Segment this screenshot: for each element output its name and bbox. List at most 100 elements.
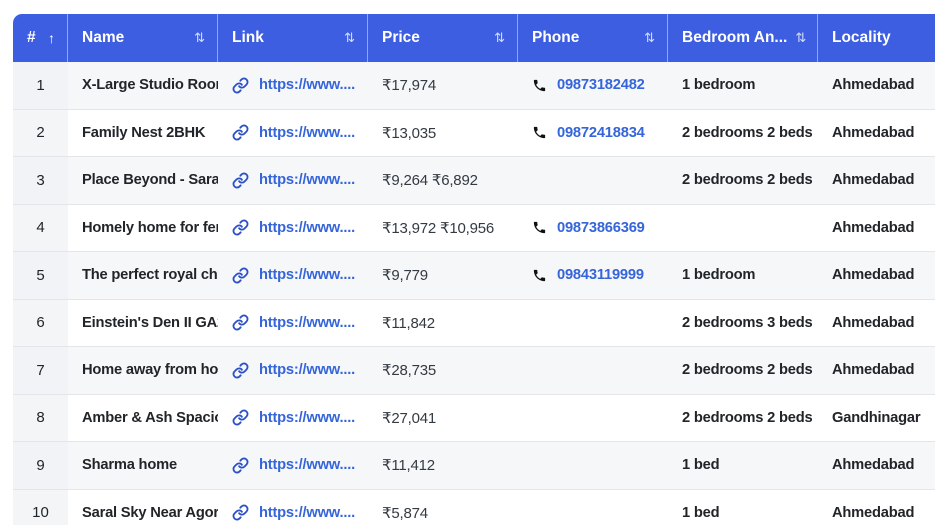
- cell-bedroom: 1 bed: [682, 457, 720, 474]
- link-icon[interactable]: [232, 267, 249, 284]
- cell-index: 5: [13, 252, 68, 299]
- cell-locality: Ahmedabad: [832, 457, 915, 474]
- cell-link: https://www....: [218, 490, 368, 525]
- link-icon[interactable]: [232, 314, 249, 331]
- table-row: 7 Home away from hom https://www.... ₹28,73…: [13, 347, 935, 395]
- cell-name: Homely home for fem: [82, 219, 218, 236]
- listing-link[interactable]: https://www....: [259, 410, 355, 426]
- column-label: Price: [382, 29, 420, 46]
- sort-icon[interactable]: ⇅: [644, 30, 655, 46]
- cell-link: https://www....: [218, 442, 368, 489]
- cell-bedroom: 1 bedroom: [682, 77, 756, 94]
- cell-phone: 09843119999: [518, 252, 668, 299]
- cell-link: https://www....: [218, 347, 368, 394]
- column-label: Bedroom An...: [682, 29, 788, 46]
- cell-locality: Ahmedabad: [832, 314, 915, 331]
- cell-bedroom: 2 bedrooms 3 beds: [682, 314, 813, 331]
- cell-locality: Gandhinagar: [832, 409, 921, 426]
- cell-name: Place Beyond - Sarasv: [82, 172, 218, 189]
- cell-bedroom: 2 bedrooms 2 beds: [682, 409, 813, 426]
- cell-phone: [518, 300, 668, 347]
- cell-phone: [518, 157, 668, 204]
- sort-icon[interactable]: ⇅: [344, 30, 355, 46]
- cell-index: 8: [13, 394, 68, 441]
- listing-link[interactable]: https://www....: [259, 315, 355, 331]
- column-header-locality[interactable]: Locality: [818, 14, 935, 62]
- link-icon[interactable]: [232, 457, 249, 474]
- cell-link: https://www....: [218, 300, 368, 347]
- cell-index: 6: [13, 299, 68, 346]
- phone-number-link[interactable]: 09843119999: [557, 267, 644, 283]
- cell-price: ₹28,735: [382, 362, 437, 380]
- listing-link[interactable]: https://www....: [259, 267, 355, 283]
- cell-name: Sharma home: [82, 457, 177, 474]
- cell-link: https://www....: [218, 62, 368, 109]
- link-icon[interactable]: [232, 362, 249, 379]
- column-header-link[interactable]: Link ⇅: [218, 14, 368, 62]
- column-label: #: [27, 29, 36, 46]
- cell-price: ₹17,974: [382, 77, 437, 95]
- phone-icon: [532, 78, 547, 93]
- table-row: 4 Homely home for fem https://www.... ₹13,9…: [13, 204, 935, 252]
- listing-link[interactable]: https://www....: [259, 125, 355, 141]
- cell-name: X-Large Studio Room: [82, 77, 218, 94]
- phone-number-link[interactable]: 09873182482: [557, 77, 645, 93]
- table-row: 9 Sharma home https://www.... ₹11,412 1 bed A…: [13, 442, 935, 490]
- cell-link: https://www....: [218, 252, 368, 299]
- column-header-phone[interactable]: Phone ⇅: [518, 14, 668, 62]
- phone-number-link[interactable]: 09872418834: [557, 125, 645, 141]
- column-header-index[interactable]: # ↑: [13, 14, 68, 62]
- listing-link[interactable]: https://www....: [259, 77, 355, 93]
- cell-bedroom: 2 bedrooms 2 beds: [682, 362, 813, 379]
- cell-locality: Ahmedabad: [832, 172, 915, 189]
- sort-icon[interactable]: ⇅: [795, 30, 806, 46]
- cell-index: 9: [13, 442, 68, 489]
- table-row: 1 X-Large Studio Room https://www.... ₹17,9…: [13, 62, 935, 110]
- column-label: Name: [82, 29, 125, 46]
- cell-locality: Ahmedabad: [832, 77, 915, 94]
- cell-link: https://www....: [218, 395, 368, 442]
- phone-icon: [532, 220, 547, 235]
- cell-name: Amber & Ash Spaciou: [82, 409, 218, 426]
- column-header-name[interactable]: Name ⇅: [68, 14, 218, 62]
- cell-index: 7: [13, 347, 68, 394]
- cell-index: 4: [13, 204, 68, 251]
- cell-link: https://www....: [218, 157, 368, 204]
- listing-link[interactable]: https://www....: [259, 220, 355, 236]
- cell-locality: Ahmedabad: [832, 124, 915, 141]
- table-row: 5 The perfect royal char https://www.... ₹9…: [13, 252, 935, 300]
- listing-link[interactable]: https://www....: [259, 457, 355, 473]
- cell-price: ₹9,264 ₹6,892: [382, 172, 478, 190]
- table-row: 6 Einstein's Den II GA2 • https://www.... ₹…: [13, 299, 935, 347]
- listing-link[interactable]: https://www....: [259, 172, 355, 188]
- link-icon[interactable]: [232, 409, 249, 426]
- listings-table: # ↑ Name ⇅ Link ⇅ Price ⇅ Phone ⇅ Bedroom An... ⇅ Lo…: [13, 14, 935, 525]
- column-header-bedroom[interactable]: Bedroom An... ⇅: [668, 14, 818, 62]
- link-icon[interactable]: [232, 172, 249, 189]
- cell-index: 1: [13, 62, 68, 109]
- link-icon[interactable]: [232, 504, 249, 521]
- sort-icon[interactable]: ⇅: [194, 30, 205, 46]
- column-label: Link: [232, 29, 264, 46]
- cell-locality: Ahmedabad: [832, 362, 915, 379]
- link-icon[interactable]: [232, 77, 249, 94]
- sort-icon[interactable]: ⇅: [494, 30, 505, 46]
- column-label: Locality: [832, 29, 891, 46]
- cell-name: Einstein's Den II GA2 •: [82, 314, 218, 331]
- column-header-price[interactable]: Price ⇅: [368, 14, 518, 62]
- cell-phone: [518, 442, 668, 489]
- link-icon[interactable]: [232, 219, 249, 236]
- listing-link[interactable]: https://www....: [259, 362, 355, 378]
- table-row: 8 Amber & Ash Spaciou https://www.... ₹27,0…: [13, 394, 935, 442]
- phone-number-link[interactable]: 09873866369: [557, 220, 645, 236]
- cell-link: https://www....: [218, 110, 368, 157]
- cell-price: ₹27,041: [382, 409, 437, 427]
- cell-locality: Ahmedabad: [832, 504, 915, 521]
- link-icon[interactable]: [232, 124, 249, 141]
- listing-link[interactable]: https://www....: [259, 505, 355, 521]
- sort-asc-icon[interactable]: ↑: [48, 30, 55, 46]
- table-header-row: # ↑ Name ⇅ Link ⇅ Price ⇅ Phone ⇅ Bedroom An... ⇅ Lo…: [13, 14, 935, 62]
- cell-phone: [518, 347, 668, 394]
- cell-locality: Ahmedabad: [832, 267, 915, 284]
- table-row: 3 Place Beyond - Sarasv https://www.... ₹9,…: [13, 157, 935, 205]
